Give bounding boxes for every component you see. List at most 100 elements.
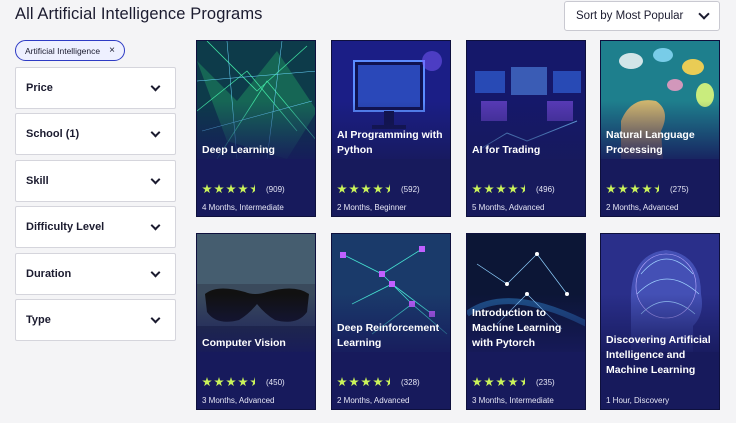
star-icon [630,184,640,194]
star-half-icon [520,377,530,387]
star-icon [508,184,518,194]
active-filter-chip[interactable]: Artificial Intelligence × [15,40,125,61]
star-rating [472,184,530,194]
filter-label: Skill [26,175,49,187]
star-icon [472,184,482,194]
filter-label: Price [26,82,53,94]
card-title: AI Programming with Python [337,129,443,156]
card-meta: 2 Months, Beginner [337,203,407,212]
filter-label: Duration [26,268,72,280]
program-card-computer-vision[interactable]: Computer Vision (450) 3 Months, Advanced [196,233,316,410]
card-meta: 5 Months, Advanced [472,203,545,212]
star-icon [361,377,371,387]
star-icon [214,184,224,194]
star-half-icon [520,184,530,194]
star-half-icon [385,377,395,387]
chevron-down-icon [150,174,161,184]
star-icon [349,184,359,194]
star-icon [484,184,494,194]
star-icon [472,377,482,387]
card-meta: 2 Months, Advanced [606,203,679,212]
star-rating [337,377,395,387]
filter-price[interactable]: Price [15,67,176,109]
star-half-icon [654,184,664,194]
card-title: Deep Learning [202,144,275,156]
filter-label: School (1) [26,128,80,140]
star-icon [496,377,506,387]
star-rating [606,184,664,194]
review-count: (235) [536,377,555,387]
filter-school[interactable]: School (1) [15,113,176,155]
chevron-down-icon [150,220,161,230]
star-icon [214,377,224,387]
card-title: Discovering Artificial Intelligence and … [606,334,711,376]
chevron-down-icon [150,81,161,91]
review-count: (496) [536,184,555,194]
program-card-discovering-ai-ml[interactable]: Discovering Artificial Intelligence and … [600,233,720,410]
card-rating: (235) [472,377,555,387]
star-icon [642,184,652,194]
star-icon [349,377,359,387]
page-title: All Artificial Intelligence Programs [15,5,263,23]
star-icon [373,184,383,194]
card-rating: (450) [202,377,285,387]
program-card-nlp[interactable]: Natural Language Processing (275) 2 Mont… [600,40,720,217]
star-rating [472,377,530,387]
star-icon [238,377,248,387]
card-meta: 2 Months, Advanced [337,396,410,405]
chip-label: Artificial Intelligence [25,45,101,56]
filter-duration[interactable]: Duration [15,253,176,295]
review-count: (275) [670,184,689,194]
card-title: AI for Trading [472,144,541,156]
filter-label: Type [26,314,51,326]
filter-label: Difficulty Level [26,221,105,233]
review-count: (592) [401,184,420,194]
review-count: (909) [266,184,285,194]
star-icon [202,377,212,387]
chevron-down-icon [150,267,161,277]
sort-dropdown[interactable]: Sort by Most Popular [564,1,720,31]
star-half-icon [250,377,260,387]
card-title: Natural Language Processing [606,129,695,156]
card-meta: 3 Months, Advanced [202,396,275,405]
card-rating: (275) [606,184,689,194]
star-icon [484,377,494,387]
star-icon [606,184,616,194]
star-icon [618,184,628,194]
card-title: Deep Reinforcement Learning [337,322,440,349]
filter-skill[interactable]: Skill [15,160,176,202]
star-icon [508,377,518,387]
card-meta: 4 Months, Intermediate [202,203,284,212]
star-icon [202,184,212,194]
card-meta: 3 Months, Intermediate [472,396,554,405]
chevron-down-icon [698,8,710,20]
program-card-ai-for-trading[interactable]: AI for Trading (496) 5 Months, Advanced [466,40,586,217]
star-rating [202,184,260,194]
star-icon [373,377,383,387]
sort-dropdown-label: Sort by Most Popular [576,10,684,22]
program-card-ai-programming-python[interactable]: AI Programming with Python (592) 2 Month… [331,40,451,217]
program-card-deep-learning[interactable]: Deep Learning (909) 4 Months, Intermedia… [196,40,316,217]
chevron-down-icon [150,313,161,323]
filter-type[interactable]: Type [15,299,176,341]
close-icon[interactable]: × [109,45,115,56]
card-title: Introduction to Machine Learning with Py… [472,307,562,349]
filter-difficulty-level[interactable]: Difficulty Level [15,206,176,248]
card-rating: (328) [337,377,420,387]
program-card-deep-reinforcement-learning[interactable]: Deep Reinforcement Learning (328) 2 Mont… [331,233,451,410]
chevron-down-icon [150,127,161,137]
card-rating: (496) [472,184,555,194]
star-icon [238,184,248,194]
review-count: (328) [401,377,420,387]
star-half-icon [385,184,395,194]
star-rating [337,184,395,194]
star-icon [337,184,347,194]
card-rating: (909) [202,184,285,194]
card-meta: 1 Hour, Discovery [606,396,670,405]
star-icon [226,377,236,387]
star-icon [496,184,506,194]
star-rating [202,377,260,387]
star-icon [226,184,236,194]
program-card-intro-ml-pytorch[interactable]: Introduction to Machine Learning with Py… [466,233,586,410]
star-half-icon [250,184,260,194]
